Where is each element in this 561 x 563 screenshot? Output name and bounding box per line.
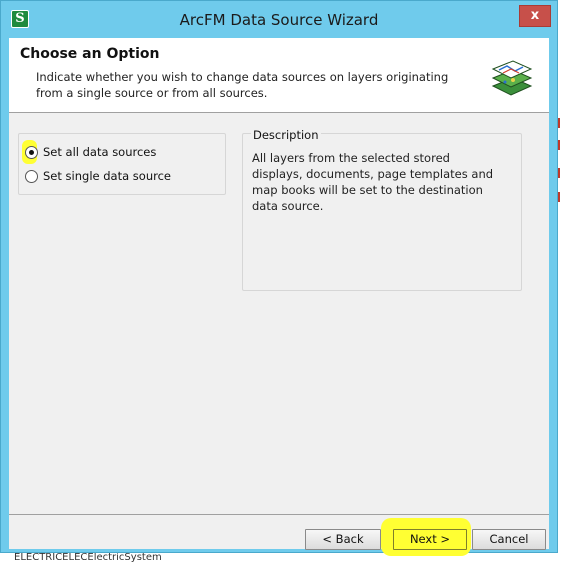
- map-layers-icon: [489, 52, 535, 98]
- cancel-button[interactable]: Cancel: [472, 529, 546, 550]
- page-title: Choose an Option: [20, 46, 160, 62]
- wizard-header: Choose an Option Indicate whether you wi…: [9, 38, 549, 113]
- option-label: Set all data sources: [43, 145, 157, 159]
- option-group: Set all data sources Set single data sou…: [18, 133, 226, 195]
- close-button[interactable]: x: [519, 5, 551, 27]
- wizard-body: Choose an Option Indicate whether you wi…: [9, 38, 549, 556]
- wizard-window: S ArcFM Data Source Wizard x Choose an O…: [0, 0, 558, 556]
- background-status-text: ELECTRICELECElectricSystem: [14, 553, 162, 563]
- option-set-all[interactable]: Set all data sources: [25, 142, 156, 162]
- footer-divider: [9, 514, 549, 515]
- title-bar[interactable]: S ArcFM Data Source Wizard x: [1, 1, 557, 38]
- radio-set-single[interactable]: [25, 169, 38, 183]
- description-panel: Description All layers from the selected…: [242, 128, 522, 291]
- window-title: ArcFM Data Source Wizard: [179, 11, 379, 29]
- next-button[interactable]: Next >: [393, 529, 467, 550]
- option-set-single[interactable]: Set single data source: [25, 166, 171, 186]
- page-description: Indicate whether you wish to change data…: [36, 70, 449, 100]
- description-text: All layers from the selected stored disp…: [252, 151, 494, 213]
- option-label: Set single data source: [43, 169, 171, 183]
- back-button[interactable]: < Back: [305, 529, 381, 550]
- description-title: Description: [251, 128, 321, 142]
- radio-set-all[interactable]: [25, 145, 38, 159]
